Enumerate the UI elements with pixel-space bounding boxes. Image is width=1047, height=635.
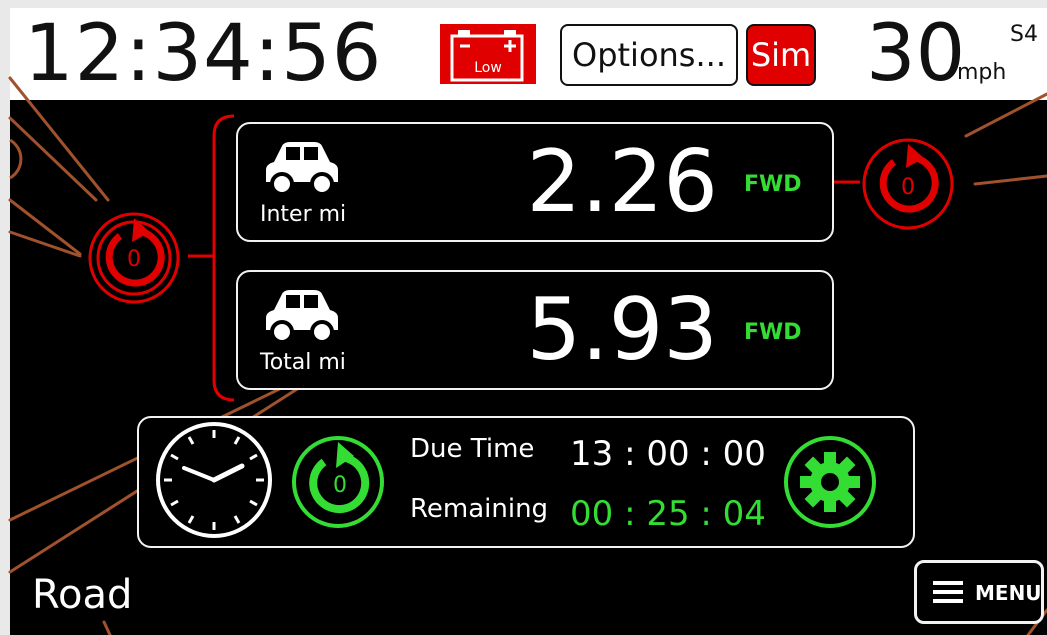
due-time-value[interactable]: 13 : 00 : 00 — [570, 434, 766, 474]
reset-all-button[interactable]: 0 — [80, 208, 188, 308]
remaining-value: 00 : 25 : 04 — [570, 494, 766, 534]
car-icon — [266, 142, 338, 196]
gear-icon — [800, 452, 860, 512]
inter-distance-label: Inter mi — [260, 202, 347, 227]
clock-icon — [156, 422, 272, 538]
reset-inter-button[interactable]: 0 — [858, 134, 958, 234]
hamburger-icon — [933, 581, 963, 603]
reset-timer-button[interactable]: 0 — [290, 434, 386, 530]
car-icon — [266, 290, 338, 344]
mode-label: Road — [32, 572, 133, 618]
remaining-label: Remaining — [410, 494, 549, 524]
timer-settings-button[interactable] — [782, 434, 878, 530]
total-direction[interactable]: FWD — [744, 320, 802, 345]
total-distance-label: Total mi — [260, 350, 346, 375]
reset-count: 0 — [333, 473, 347, 498]
menu-button[interactable]: MENU — [914, 560, 1044, 624]
total-distance-card: Total mi 5.93 FWD — [236, 270, 834, 390]
inter-direction[interactable]: FWD — [744, 172, 802, 197]
due-time-label: Due Time — [410, 434, 535, 464]
inter-distance-value: 2.26 — [526, 132, 718, 232]
odometer-bracket — [188, 114, 235, 402]
reset-count: 0 — [127, 247, 141, 272]
menu-label: MENU — [975, 581, 1042, 605]
reset-count: 0 — [901, 175, 915, 200]
app-window: 12:34:56 Low Options... Sim 30 mph S4 0 … — [0, 0, 1047, 635]
inter-distance-card: Inter mi 2.26 FWD — [236, 122, 834, 242]
total-distance-value: 5.93 — [526, 280, 718, 380]
